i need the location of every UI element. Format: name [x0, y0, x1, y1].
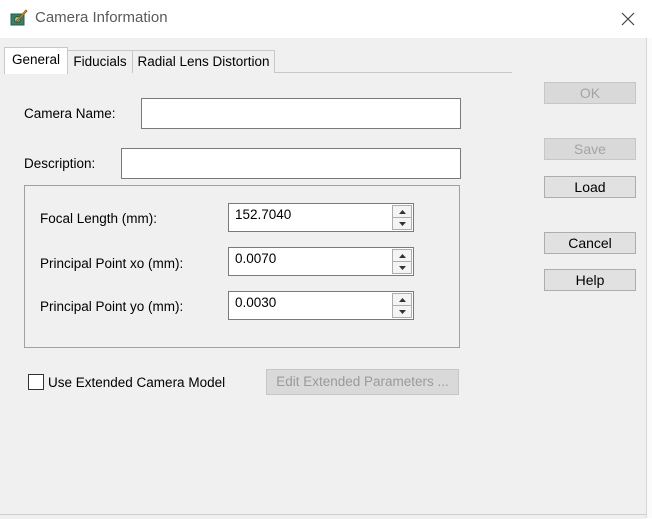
- spin-down-button[interactable]: [392, 262, 412, 274]
- principal-yo-value[interactable]: 0.0030: [235, 295, 276, 310]
- tab-general[interactable]: General: [4, 47, 68, 74]
- focal-length-spinner[interactable]: 152.7040: [228, 203, 414, 232]
- camera-name-label: Camera Name:: [24, 106, 116, 121]
- extended-model-checkbox[interactable]: [28, 374, 44, 390]
- arrow-down-icon: [398, 221, 406, 226]
- tab-fiducials[interactable]: Fiducials: [66, 50, 134, 73]
- description-label: Description:: [24, 156, 96, 171]
- principal-xo-spinner[interactable]: 0.0070: [228, 247, 414, 276]
- focal-length-value[interactable]: 152.7040: [235, 207, 291, 222]
- principal-xo-spin-buttons: [392, 249, 412, 274]
- extended-model-label[interactable]: Use Extended Camera Model: [48, 375, 225, 390]
- close-button[interactable]: [614, 6, 642, 32]
- cancel-button[interactable]: Cancel: [544, 232, 636, 254]
- spin-down-button[interactable]: [392, 218, 412, 230]
- close-icon: [621, 12, 635, 26]
- ok-button[interactable]: OK: [544, 82, 636, 104]
- load-button[interactable]: Load: [544, 176, 636, 198]
- help-button[interactable]: Help: [544, 269, 636, 291]
- description-field[interactable]: [121, 148, 461, 179]
- focal-length-spin-buttons: [392, 205, 412, 230]
- principal-xo-label: Principal Point xo (mm):: [40, 256, 184, 271]
- arrow-up-icon: [398, 209, 406, 214]
- arrow-up-icon: [398, 253, 406, 258]
- focal-length-label: Focal Length (mm):: [40, 211, 158, 226]
- tab-radial-lens-distortion[interactable]: Radial Lens Distortion: [132, 50, 275, 73]
- spin-up-button[interactable]: [392, 293, 412, 306]
- principal-yo-spin-buttons: [392, 293, 412, 318]
- spin-up-button[interactable]: [392, 249, 412, 262]
- window-bottom-edge: [0, 514, 646, 519]
- window-right-edge: [646, 38, 652, 518]
- edit-extended-parameters-button[interactable]: Edit Extended Parameters ...: [266, 369, 459, 395]
- spin-up-button[interactable]: [392, 205, 412, 218]
- arrow-up-icon: [398, 297, 406, 302]
- principal-yo-label: Principal Point yo (mm):: [40, 299, 184, 314]
- camera-name-field[interactable]: [141, 98, 461, 129]
- save-button[interactable]: Save: [544, 138, 636, 160]
- principal-yo-spinner[interactable]: 0.0030: [228, 291, 414, 320]
- arrow-down-icon: [398, 265, 406, 270]
- window-title: Camera Information: [35, 9, 168, 26]
- principal-xo-value[interactable]: 0.0070: [235, 251, 276, 266]
- arrow-down-icon: [398, 309, 406, 314]
- title-bar: Camera Information: [0, 0, 652, 38]
- spin-down-button[interactable]: [392, 306, 412, 318]
- camera-pencil-icon: [10, 9, 28, 27]
